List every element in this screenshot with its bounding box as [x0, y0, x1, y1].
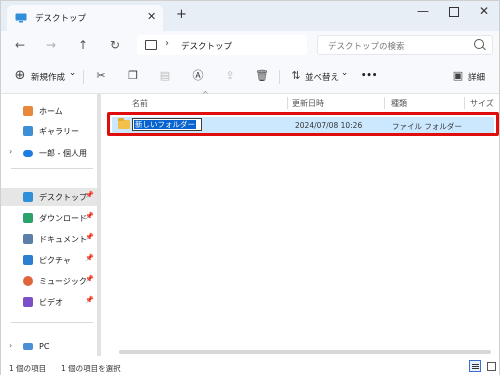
tab-bar: デスクトップ ✕ + — ✕ — [1, 1, 499, 31]
sidebar-item-documents[interactable]: ドキュメント 📌 — [1, 230, 97, 248]
sidebar-item-label: ダウンロード — [39, 214, 87, 223]
divider — [83, 70, 84, 84]
minimize-button[interactable]: — — [417, 4, 429, 18]
copy-icon[interactable]: ❐ — [126, 69, 140, 83]
sidebar-item-label: ドキュメント — [39, 235, 87, 244]
column-header-modified[interactable]: 更新日時 — [292, 98, 324, 109]
tab-close-icon[interactable]: ✕ — [147, 10, 156, 23]
sidebar-item-pictures[interactable]: ピクチャ 📌 — [1, 251, 97, 269]
maximize-button[interactable] — [449, 7, 459, 17]
details-pane-icon[interactable]: ▣ — [451, 69, 465, 83]
documents-icon — [23, 234, 33, 244]
new-tab-button[interactable]: + — [176, 7, 187, 22]
divider — [279, 70, 280, 84]
search-input[interactable]: デスクトップの検索 — [317, 35, 493, 55]
expand-chevron-icon[interactable]: › — [9, 147, 12, 156]
column-divider[interactable] — [464, 97, 465, 109]
status-bar: 1 個の項目 1 個の項目を選択 — [1, 358, 499, 375]
sidebar-item-label: ミュージック — [39, 277, 87, 286]
chevron-down-icon[interactable]: ⌄ — [341, 68, 348, 78]
command-bar: ⊕ 新規作成 ⌄ ✂ ❐ ▤ Ⓐ ⇪ 🗑 ⇅ 並べ替え ⌄ ••• ▣ 詳細 — [1, 61, 499, 94]
pin-icon: 📌 — [85, 254, 94, 262]
sidebar-item-onedrive[interactable]: › 一郎 - 個人用 — [1, 144, 97, 162]
pin-icon: 📌 — [85, 191, 94, 199]
sidebar-item-label: ホーム — [39, 107, 63, 116]
sidebar-item-videos[interactable]: ビデオ 📌 — [1, 293, 97, 311]
video-icon — [23, 297, 33, 307]
sidebar-item-label: ギャラリー — [39, 127, 79, 136]
music-icon — [23, 276, 33, 286]
sort-icon[interactable]: ⇅ — [289, 69, 303, 83]
address-bar[interactable]: › デスクトップ — [137, 35, 307, 55]
sidebar-item-label: ビデオ — [39, 298, 63, 307]
desktop-icon — [23, 192, 33, 202]
sidebar-item-label: PC — [39, 342, 50, 351]
selection-count: 1 個の項目を選択 — [61, 364, 121, 373]
search-placeholder: デスクトップの検索 — [328, 42, 405, 52]
sidebar-item-label: デスクトップ — [39, 193, 87, 202]
desktop-icon — [15, 13, 27, 23]
forward-button[interactable]: → — [46, 38, 56, 52]
chevron-down-icon[interactable]: ⌄ — [69, 68, 76, 78]
delete-icon[interactable]: 🗑 — [255, 69, 269, 83]
gallery-icon — [23, 126, 33, 136]
item-count: 1 個の項目 — [9, 364, 47, 373]
pin-icon: 📌 — [85, 212, 94, 220]
close-window-button[interactable]: ✕ — [479, 4, 489, 18]
sidebar-item-gallery[interactable]: ギャラリー — [1, 122, 97, 140]
sidebar-divider — [11, 322, 93, 323]
back-button[interactable]: ← — [15, 38, 25, 52]
sidebar-item-music[interactable]: ミュージック 📌 — [1, 272, 97, 290]
download-icon — [23, 213, 33, 223]
breadcrumb-desktop[interactable]: デスクトップ — [181, 40, 232, 52]
column-header-name[interactable]: 名前 — [132, 98, 148, 109]
sidebar-divider — [11, 168, 93, 169]
column-header-size[interactable]: サイズ — [470, 98, 494, 109]
new-icon[interactable]: ⊕ — [13, 69, 27, 83]
pictures-icon — [23, 255, 33, 265]
sidebar-item-label: 一郎 - 個人用 — [39, 149, 87, 158]
sidebar-item-downloads[interactable]: ダウンロード 📌 — [1, 209, 97, 227]
computer-icon — [145, 40, 157, 50]
details-view-icon[interactable] — [469, 360, 481, 372]
sidebar-item-label: ピクチャ — [39, 256, 71, 265]
sort-ascending-icon: ^ — [202, 90, 209, 99]
new-button[interactable]: 新規作成 — [31, 71, 65, 83]
share-icon[interactable]: ⇪ — [223, 69, 237, 83]
pin-icon: 📌 — [85, 233, 94, 241]
pin-icon: 📌 — [85, 275, 94, 283]
up-button[interactable]: ↑ — [78, 38, 88, 52]
tab-label: デスクトップ — [35, 14, 87, 24]
highlight-box — [107, 112, 499, 136]
pin-icon: 📌 — [85, 296, 94, 304]
expand-chevron-icon[interactable]: › — [9, 341, 12, 350]
tab-desktop[interactable]: デスクトップ ✕ — [7, 5, 163, 31]
navigation-pane: ホーム ギャラリー › 一郎 - 個人用 デスクトップ 📌 ダウンロード 📌 ド… — [1, 94, 97, 356]
horizontal-scrollbar[interactable] — [119, 350, 491, 354]
sort-button[interactable]: 並べ替え — [305, 71, 339, 83]
more-options-button[interactable]: ••• — [361, 71, 377, 81]
column-header-type[interactable]: 種類 — [391, 98, 407, 109]
column-divider[interactable] — [287, 97, 288, 109]
explorer-window: デスクトップ ✕ + — ✕ ← → ↑ ↻ › デスクトップ デスクトップの検… — [0, 0, 500, 375]
sidebar-item-pc[interactable]: › PC — [1, 338, 97, 356]
sidebar-item-home[interactable]: ホーム — [1, 102, 97, 120]
column-divider[interactable] — [384, 97, 385, 109]
search-icon[interactable] — [474, 39, 484, 49]
home-icon — [23, 106, 33, 116]
refresh-button[interactable]: ↻ — [110, 38, 120, 52]
details-pane-button[interactable]: 詳細 — [468, 71, 485, 83]
cut-icon[interactable]: ✂ — [94, 69, 108, 83]
computer-icon — [23, 343, 33, 350]
rename-icon[interactable]: Ⓐ — [191, 69, 205, 83]
sidebar-scrollbar[interactable] — [97, 94, 101, 356]
paste-icon[interactable]: ▤ — [158, 69, 172, 83]
sidebar-item-desktop[interactable]: デスクトップ 📌 — [1, 188, 97, 206]
breadcrumb-chevron-icon[interactable]: › — [165, 38, 169, 49]
file-list: ^ 名前 更新日時 種類 サイズ 新しいフォルダー 2024/07/08 10:… — [104, 90, 499, 356]
navigation-bar: ← → ↑ ↻ › デスクトップ デスクトップの検索 — [1, 31, 499, 61]
cloud-icon — [23, 150, 33, 157]
tiles-view-icon[interactable] — [485, 360, 497, 372]
